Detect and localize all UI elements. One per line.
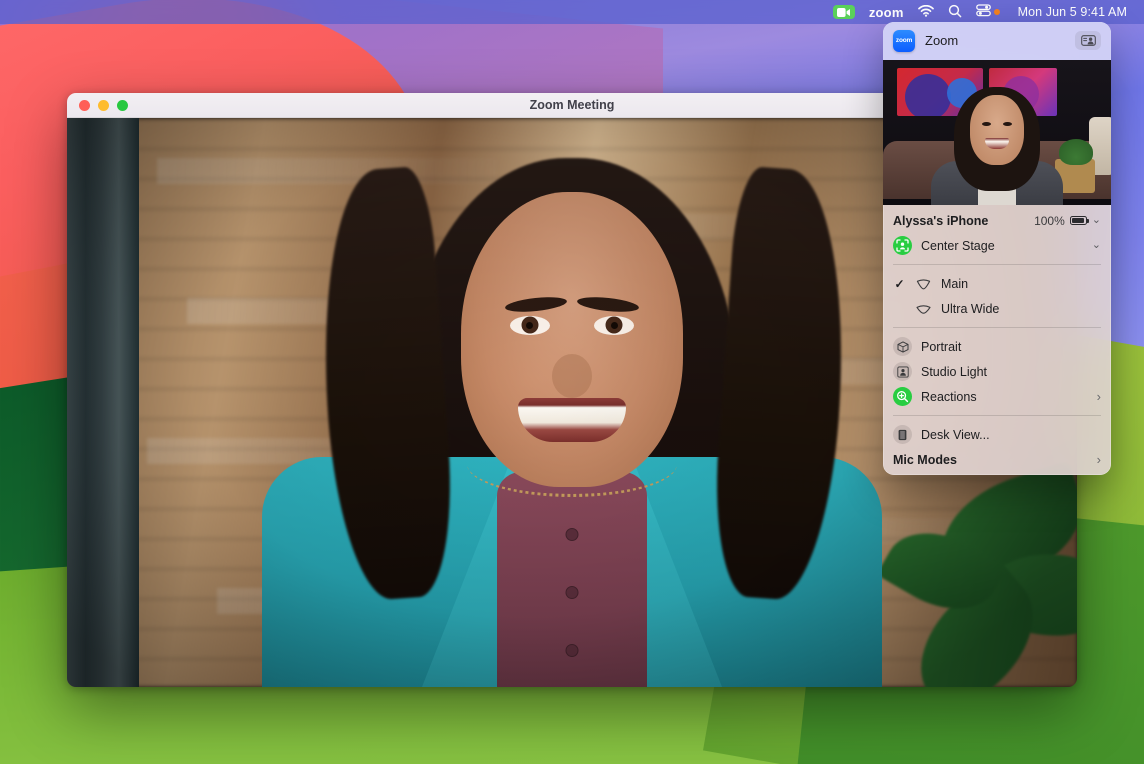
orange-dot-indicator	[994, 9, 1000, 15]
camera-lens-wide-icon	[915, 303, 932, 315]
effect-label: Reactions	[921, 390, 1088, 404]
menu-divider	[893, 327, 1101, 328]
mic-modes-label: Mic Modes	[893, 453, 1088, 467]
close-button[interactable]	[79, 100, 90, 111]
device-row[interactable]: Alyssa's iPhone 100% ⌄	[883, 208, 1111, 233]
wifi-icon	[918, 5, 934, 20]
center-stage-icon	[893, 236, 912, 255]
preview-participant	[922, 87, 1072, 205]
effect-row-portrait[interactable]: Portrait	[883, 334, 1111, 359]
center-stage-label: Center Stage	[921, 239, 1083, 253]
device-name: Alyssa's iPhone	[893, 214, 1025, 228]
chevron-down-icon[interactable]: ⌄	[1092, 215, 1101, 226]
menu-app-name: Zoom	[925, 33, 1065, 48]
menubar-spotlight-search[interactable]	[941, 0, 969, 24]
effect-label: Studio Light	[921, 365, 1101, 379]
chevron-down-icon[interactable]: ⌄	[1092, 240, 1101, 251]
zoom-app-icon: zoom	[893, 30, 915, 52]
desk-view-icon	[893, 425, 912, 444]
menubar-app-name[interactable]: zoom	[862, 0, 911, 24]
portrait-cube-icon	[893, 337, 912, 356]
menubar-control-center[interactable]	[969, 0, 1007, 24]
search-icon	[948, 4, 962, 21]
device-battery: 100% ⌄	[1034, 214, 1101, 228]
menubar-wifi[interactable]	[911, 0, 941, 24]
effect-label: Portrait	[921, 340, 1101, 354]
chevron-right-icon[interactable]: ›	[1097, 390, 1101, 403]
macos-menu-bar: zoom	[0, 0, 1144, 24]
menubar-clock[interactable]: Mon Jun 5 9:41 AM	[1007, 0, 1134, 24]
lens-option-main[interactable]: ✓ Main	[883, 271, 1111, 296]
menu-app-header[interactable]: zoom Zoom	[883, 22, 1111, 60]
lens-label: Main	[941, 277, 1101, 291]
checkmark-icon: ✓	[893, 277, 906, 291]
desk-view-label: Desk View...	[921, 428, 1101, 442]
minimize-button[interactable]	[98, 100, 109, 111]
menu-divider	[893, 415, 1101, 416]
camera-lens-icon	[915, 278, 932, 290]
mic-modes-row[interactable]: Mic Modes ›	[883, 447, 1111, 472]
lens-section: ✓ Main Ultra Wide	[883, 268, 1111, 324]
maximize-button[interactable]	[117, 100, 128, 111]
studio-light-icon	[893, 362, 912, 381]
battery-full-icon	[1070, 216, 1087, 225]
center-stage-row[interactable]: Center Stage ⌄	[883, 233, 1111, 258]
effect-row-reactions[interactable]: Reactions ›	[883, 384, 1111, 409]
reactions-icon	[893, 387, 912, 406]
effects-section: Portrait Studio Light Rea	[883, 331, 1111, 412]
lens-label: Ultra Wide	[941, 302, 1101, 316]
video-control-center-menu[interactable]: zoom Zoom	[883, 22, 1111, 475]
camera-preview[interactable]	[883, 60, 1111, 205]
device-section: Alyssa's iPhone 100% ⌄ Center Stage ⌄	[883, 205, 1111, 261]
chevron-right-icon[interactable]: ›	[1097, 453, 1101, 466]
desk-view-section: Desk View... Mic Modes ›	[883, 419, 1111, 475]
menubar-video-indicator[interactable]	[826, 0, 862, 24]
desk-view-row[interactable]: Desk View...	[883, 422, 1111, 447]
video-person-icon[interactable]	[1075, 31, 1101, 50]
menu-divider	[893, 264, 1101, 265]
effect-row-studio-light[interactable]: Studio Light	[883, 359, 1111, 384]
video-camera-icon	[833, 5, 855, 19]
battery-percent: 100%	[1034, 214, 1065, 228]
lens-option-ultrawide[interactable]: Ultra Wide	[883, 296, 1111, 321]
control-center-icon	[976, 4, 991, 20]
traffic-lights	[67, 100, 128, 111]
